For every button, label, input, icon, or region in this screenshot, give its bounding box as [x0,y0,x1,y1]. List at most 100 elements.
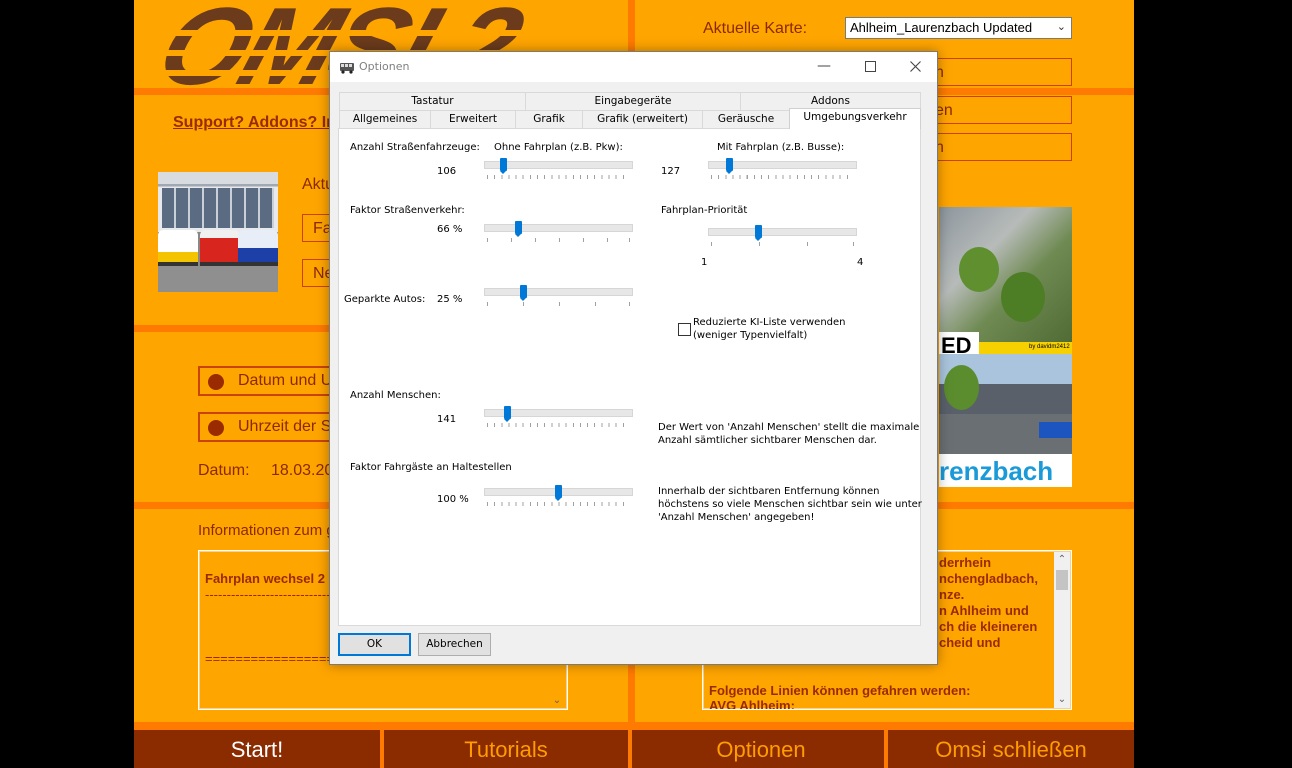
textbox-line: Fahrplan wechsel 2 [205,571,325,586]
no-timetable-slider[interactable] [484,156,634,182]
no-timetable-value: 106 [437,166,457,177]
slider-ticks [487,302,630,306]
tab-umgebungsverkehr[interactable]: Umgebungsverkehr [789,108,921,129]
tab-page-umgebungsverkehr: Anzahl Straßenfahrzeuge: Ohne Fahrplan (… [338,128,922,626]
slider-ticks [711,175,854,179]
people-info: Der Wert von 'Anzahl Menschen' stellt di… [658,422,920,433]
traffic-factor-slider[interactable] [484,219,634,245]
slider-ticks [487,502,630,506]
textbox-line: nchengladbach, [939,571,1038,586]
passengers-label: Faktor Fahrgäste an Haltestellen [350,462,512,473]
slider-thumb[interactable] [500,158,507,174]
slider-thumb[interactable] [504,406,511,422]
map-select-value: Ahlheim_Laurenzbach Updated [850,20,1033,35]
slider-thumb[interactable] [520,285,527,301]
minimize-icon: — [817,58,831,74]
passengers-slider[interactable] [484,483,634,509]
slider-thumb[interactable] [555,485,562,501]
textbox-line: n Ahlheim und [939,603,1029,618]
slider-thumb[interactable] [515,221,522,237]
textbox-line: Folgende Linien können gefahren werden: [709,683,971,698]
current-map-label: Aktuelle Karte: [703,20,808,37]
timetable-value: 127 [661,166,681,177]
slider-track [708,228,857,236]
passengers-info: 'Anzahl Menschen' angegeben! [658,512,815,523]
bus-app-icon [340,63,354,74]
chevron-down-icon[interactable]: ⌄ [1054,692,1070,708]
minimize-button[interactable]: — [801,52,847,82]
title-bar[interactable]: Optionen — [330,52,937,82]
close-button[interactable] [892,52,938,82]
parked-slider[interactable] [484,283,634,309]
passengers-value: 100 % [437,494,469,505]
priority-min: 1 [701,257,708,268]
start-button[interactable]: Start! [134,733,380,768]
textbox-line: derrhein [939,555,992,570]
slider-track [484,288,633,296]
slider-ticks [487,423,630,427]
datum-label: Datum: [198,462,250,479]
options-dialog: Optionen — Tastatur Eingabegeräte Addons… [329,51,938,665]
datum-value: 18.03.20 [271,462,334,479]
scrollbar[interactable]: ⌃ ⌄ [1054,552,1070,708]
parked-label: Geparkte Autos: [344,294,426,305]
timetable-slider[interactable] [708,156,858,182]
options-button[interactable]: Optionen [638,733,884,768]
chevron-down-icon[interactable]: ⌄ [549,693,565,709]
parked-value: 25 % [437,294,463,305]
passengers-info: höchstens so viele Menschen sichtbar sei… [658,499,922,510]
quit-button[interactable]: Omsi schließen [888,733,1134,768]
slider-ticks [711,242,854,246]
tab-tastatur[interactable]: Tastatur [339,92,526,110]
priority-max: 4 [857,257,864,268]
priority-label: Fahrplan-Priorität [661,205,748,216]
tab-grafik[interactable]: Grafik [515,110,583,128]
divider [628,730,632,768]
maximize-icon [864,61,876,72]
chevron-up-icon[interactable]: ⌃ [1054,552,1070,568]
radio-time-label: Uhrzeit der S [238,418,332,435]
tab-erweitert[interactable]: Erweitert [430,110,516,128]
info-label: Informationen zum g [198,522,335,539]
slider-ticks [487,175,630,179]
preview-caption: renzbach [939,456,1054,486]
divider [134,325,330,332]
reduced-ai-checkbox[interactable] [678,323,691,336]
tutorials-button[interactable]: Tutorials [384,733,628,768]
tab-allgemeines[interactable]: Allgemeines [339,110,431,128]
tab-grafik-erweitert[interactable]: Grafik (erweitert) [582,110,703,128]
textbox-line: ch die kleineren [939,619,1038,634]
preview-credit: by davidm2412 [1029,344,1070,350]
chevron-down-icon: ⌄ [1056,21,1066,33]
close-icon [909,61,921,72]
maximize-button[interactable] [847,52,893,82]
priority-slider[interactable] [708,223,858,249]
map-preview-image: ED by davidm2412 renzbach [939,207,1072,487]
map-select[interactable]: Ahlheim_Laurenzbach Updated ⌄ [845,17,1072,39]
bus-image [158,172,278,292]
no-timetable-label: Ohne Fahrplan (z.B. Pkw): [494,142,623,153]
radio-dot [208,420,224,436]
dialog-title: Optionen [359,60,410,73]
slider-thumb[interactable] [755,225,762,241]
ok-button[interactable]: OK [338,633,411,656]
cancel-button[interactable]: Abbrechen [418,633,491,656]
passengers-info: Innerhalb der sichtbaren Entfernung könn… [658,486,880,497]
traffic-factor-value: 66 % [437,224,463,235]
traffic-factor-label: Faktor Straßenverkehr: [350,205,465,216]
people-slider[interactable] [484,404,634,430]
support-link[interactable]: Support? Addons? In [173,114,336,132]
tab-eingabegeraete[interactable]: Eingabegeräte [525,92,741,110]
vehicles-label: Anzahl Straßenfahrzeuge: [350,142,480,153]
radio-dot [208,374,224,390]
scrollbar-thumb[interactable] [1056,570,1068,590]
textbox-line: AVG Ahlheim: [709,698,795,709]
slider-thumb[interactable] [726,158,733,174]
reduced-ai-label: (weniger Typenvielfalt) [693,330,808,341]
timetable-label: Mit Fahrplan (z.B. Busse): [717,142,845,153]
tab-geraeusche[interactable]: Geräusche [702,110,790,128]
slider-ticks [487,238,630,242]
radio-date-label: Datum und U [238,372,333,389]
divider [134,722,1134,730]
slider-track [484,224,633,232]
